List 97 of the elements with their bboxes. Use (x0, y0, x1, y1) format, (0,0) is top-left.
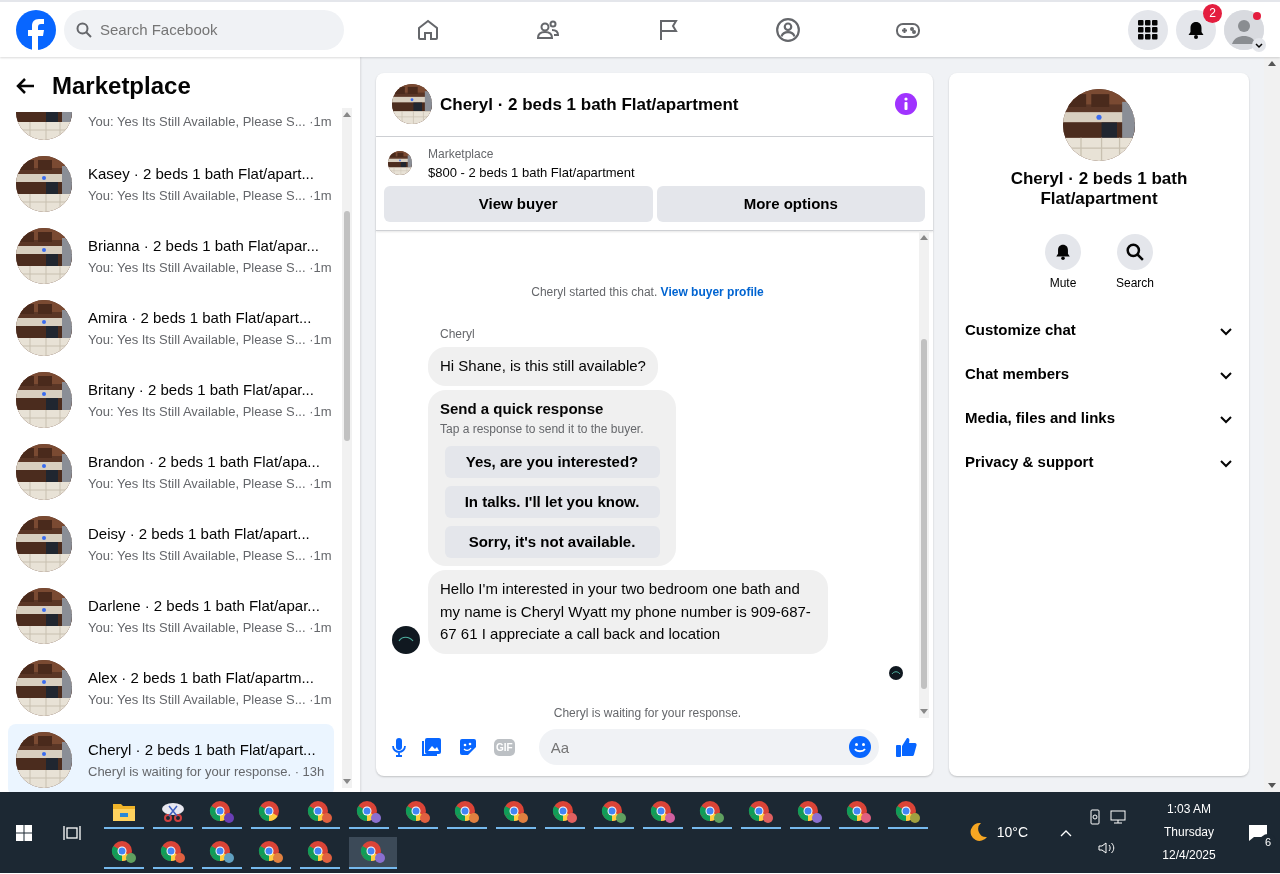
page-title: Marketplace (52, 70, 191, 101)
conversation-item[interactable]: Brandon · 2 beds 1 bath Flat/apa... You: Yes Its Still Available, Please S... ·1m (8, 436, 335, 508)
conversation-item[interactable]: Brianna · 2 beds 1 bath Flat/apar... You: Yes Its Still Available, Please S... ·1m (8, 220, 335, 292)
seen-avatar-icon (889, 665, 903, 680)
conversation-title: Amira · 2 beds 1 bath Flat/apart... (88, 308, 313, 328)
listing-label: Marketplace (428, 145, 495, 163)
system-message: Cheryl is waiting for your response. (552, 704, 743, 722)
conversation-item[interactable]: Darlene · 2 beds 1 bath Flat/apar... You: Yes Its Still Available, Please S... ·1m (8, 580, 335, 652)
scrollbar[interactable] (1264, 57, 1280, 792)
notifications-button[interactable] (1176, 9, 1216, 50)
conversation-item[interactable]: You: Yes Its Still Available, Please S... ·1m (8, 112, 335, 148)
conversation-title: Alex · 2 beds 1 bath Flat/apartm... (88, 668, 315, 688)
message-preview: You: Yes Its Still Available, Please S... ·1m (88, 474, 332, 493)
scrollbar[interactable] (919, 231, 929, 719)
chat-title: Cheryl · 2 beds 1 bath Flat/apartment (440, 93, 739, 116)
message-preview: You: Yes Its Still Available, Please S... ·1m (88, 546, 332, 565)
message-preview: You: Yes Its Still Available, Please S... ·1m (88, 186, 332, 205)
quick-reply-button[interactable]: Yes, are you interested? (444, 446, 660, 479)
emoji-icon[interactable] (849, 736, 871, 759)
scroll-up-arrow-icon[interactable] (343, 112, 352, 117)
action-button[interactable]: View buyer (384, 186, 653, 223)
message-preview: You: Yes Its Still Available, Please S... ·1m (88, 402, 332, 421)
profile-button[interactable] (1224, 9, 1264, 50)
avatar-icon (1224, 9, 1264, 50)
conversation-item[interactable]: Britany · 2 beds 1 bath Flat/apar... You: Yes Its Still Available, Please S... ·1m (8, 364, 335, 436)
message-bubble: Hi Shane, is this still available? (428, 347, 658, 386)
sender-name: Cheryl (440, 326, 476, 344)
search-icon (1126, 242, 1144, 261)
conversation-item[interactable]: Kasey · 2 beds 1 bath Flat/apart... You: Yes Its Still Available, Please S... ·1m (8, 148, 335, 220)
speaker-icon[interactable] (1098, 841, 1116, 856)
profile-link[interactable]: View buyer profile (660, 285, 764, 300)
chevron-down-icon (1252, 37, 1266, 52)
scroll-down-arrow-icon[interactable] (343, 779, 352, 784)
listing-title: $800 - 2 beds 1 bath Flat/apartment (428, 163, 635, 182)
menu-button[interactable] (1128, 9, 1168, 50)
message-preview: You: Yes Its Still Available, Please S... ·1m (88, 690, 332, 709)
back-arrow-icon[interactable] (16, 75, 36, 96)
bell-icon (1186, 19, 1206, 40)
phone-link-icon[interactable] (1088, 809, 1102, 826)
sticker-icon[interactable] (458, 737, 478, 758)
scroll-up-arrow-icon[interactable] (1268, 61, 1276, 66)
notification-count: 2 (1203, 3, 1222, 23)
network-icon[interactable] (1110, 809, 1126, 826)
card-subtitle: Tap a response to send it to the buyer. (440, 421, 645, 439)
task-view-icon[interactable] (63, 824, 81, 841)
weather-temperature: 10°C (996, 823, 1028, 842)
accordion-header[interactable]: Customize chat (957, 307, 1241, 352)
quick-reply-button[interactable]: Sorry, it's not available. (444, 526, 660, 559)
message-field[interactable]: Aa (538, 729, 879, 766)
like-icon[interactable] (895, 736, 917, 759)
search-field[interactable]: Search Facebook (64, 9, 344, 50)
conversation-title: Deisy · 2 beds 1 bath Flat/apart... (88, 524, 311, 544)
grid-icon (1138, 19, 1158, 40)
clock-day: Thursday (1164, 821, 1214, 844)
taskbar-app[interactable] (349, 836, 397, 869)
quick-reply-button[interactable]: In talks. I'll let you know. (444, 486, 660, 519)
message-preview: You: Yes Its Still Available, Please S... ·1m (88, 330, 332, 349)
message-preview: You: Yes Its Still Available, Please S... ·1m (88, 618, 332, 637)
browser-icon (259, 800, 279, 821)
conversation-item[interactable]: Alex · 2 beds 1 bath Flat/apartm... You: Yes Its Still Available, Please S... ·1m (8, 652, 335, 724)
scroll-up-arrow-icon[interactable] (920, 235, 928, 241)
conversation-item[interactable]: Deisy · 2 beds 1 bath Flat/apart... You: Yes Its Still Available, Please S... ·1m (8, 508, 335, 580)
message-preview: You: Yes Its Still Available, Please S... ·1m (88, 258, 332, 277)
conversation-item[interactable]: Amira · 2 beds 1 bath Flat/apart... You: Yes Its Still Available, Please S... ·1m (8, 292, 335, 364)
scroll-down-arrow-icon[interactable] (1268, 783, 1276, 788)
conversation-title: Brianna · 2 beds 1 bath Flat/apar... (88, 236, 320, 256)
card-title: Send a quick response (440, 398, 605, 419)
chat-action[interactable]: Search (1111, 233, 1159, 292)
clock-date: 12/4/2025 (1162, 846, 1216, 864)
message-preview: Cheryl is waiting for your response. · 13h (88, 762, 325, 781)
avatar-icon (392, 625, 420, 654)
accordion-header[interactable]: Privacy & support (957, 439, 1241, 484)
message-preview: You: Yes Its Still Available, Please S... ·1m (88, 113, 332, 131)
system-message: Cheryl started this chat. View buyer profile (530, 284, 765, 302)
conversation-title: Brandon · 2 beds 1 bath Flat/apa... (88, 452, 321, 472)
scrollbar[interactable] (342, 108, 352, 788)
chat-action[interactable]: Mute (1039, 233, 1087, 292)
clock-time: 1:03 AM (1167, 801, 1211, 819)
bell-icon (1054, 242, 1072, 261)
photo-icon[interactable] (422, 737, 442, 758)
conversation-title: Darlene · 2 beds 1 bath Flat/apar... (88, 596, 321, 616)
home-icon (416, 17, 440, 42)
accordion-header[interactable]: Media, files and links (957, 395, 1241, 440)
accordion-header[interactable]: Chat members (957, 351, 1241, 396)
scroll-down-arrow-icon[interactable] (920, 709, 928, 715)
conversation-title: Kasey · 2 beds 1 bath Flat/apart... (88, 164, 315, 184)
conversation-item[interactable]: Cheryl · 2 beds 1 bath Flat/apart... Cheryl is waiting for your response. · 13h (8, 724, 335, 792)
group-icon (775, 16, 801, 43)
contact-title: Cheryl · 2 beds 1 bath Flat/apartment (1009, 169, 1189, 210)
message-bubble: Hello I'm interested in your two bedroom one bath and my name is Cheryl Wyatt my phone number is 909-687-67 61 I appreciate a call back and location (428, 570, 828, 654)
microphone-icon[interactable] (392, 737, 406, 758)
windows-icon[interactable] (16, 824, 32, 841)
action-button[interactable]: More options (656, 186, 925, 223)
logo-icon[interactable] (16, 9, 56, 50)
conversation-title: Britany · 2 beds 1 bath Flat/apar... (88, 380, 315, 400)
conversation-title: Cheryl · 2 beds 1 bath Flat/apart... (88, 740, 317, 760)
info-icon[interactable] (895, 93, 917, 116)
